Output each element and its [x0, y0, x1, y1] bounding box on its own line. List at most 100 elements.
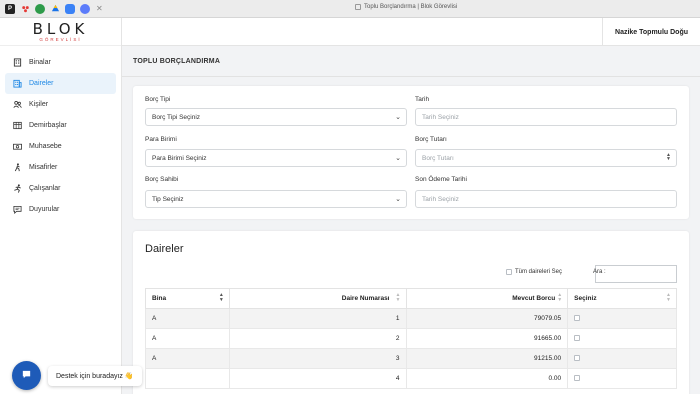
column-label: Bina [152, 295, 167, 302]
title-divider [122, 76, 700, 77]
sidebar-item-label: Duyurular [29, 206, 60, 213]
row-checkbox[interactable] [574, 354, 581, 361]
borc-sahibi-select[interactable]: Tip Seçiniz ⌄ [145, 190, 407, 208]
building-icon [13, 58, 22, 67]
sidebar-item-demirbaslar[interactable]: Demirbaşlar [5, 115, 116, 136]
table-row[interactable]: A 1 79079.05 [145, 308, 677, 329]
green-app-icon[interactable] [35, 3, 45, 14]
table-row[interactable]: A 3 91215.00 [145, 348, 677, 369]
number-stepper-icon[interactable]: ▲ ▼ [666, 153, 671, 162]
select-all-label: Tüm daireleri Seç [515, 269, 563, 275]
active-tab[interactable]: Toplu Borçlandırma | Blok Görevlisi [355, 4, 457, 10]
tab-title-text: Toplu Borçlandırma | Blok Görevlisi [364, 4, 458, 10]
sidebar-item-muhasebe[interactable]: Muhasebe [5, 136, 116, 157]
sort-icon: ▲ ▼ [218, 292, 224, 303]
borc-tutari-input[interactable]: Borç Tutarı ▲ ▼ [415, 149, 677, 167]
para-birimi-value: Para Birimi Seçiniz [152, 154, 207, 162]
brand-logo[interactable]: BLOK GÖREVLİSİ [0, 18, 121, 46]
brand-name: BLOK [32, 20, 89, 38]
drive-icon[interactable] [50, 4, 60, 14]
chevron-down-icon: ⌄ [395, 196, 401, 203]
borc-tutari-label: Borç Tutarı [415, 136, 447, 143]
people-icon[interactable] [20, 4, 30, 14]
row-checkbox[interactable] [574, 334, 581, 341]
cell-borc: 79079.05 [405, 308, 569, 329]
cell-bina [145, 368, 230, 389]
sidebar-item-label: Daireler [29, 80, 54, 87]
announcement-icon [13, 205, 22, 214]
apartments-table: Bina ▲ ▼ Daire Numarası ▲ ▼ Mevcut Borcu ▲… [145, 288, 677, 389]
sidebar-item-label: Muhasebe [29, 143, 62, 150]
chevron-down-icon: ⌄ [395, 114, 401, 121]
sidebar-item-duyurular[interactable]: Duyurular [5, 199, 116, 220]
user-menu[interactable]: Nazike Topmulu Doğu [602, 18, 700, 46]
borc-tutari-placeholder: Borç Tutarı [422, 154, 454, 162]
son-odeme-input[interactable]: Tarih Seçiniz [415, 190, 677, 208]
apartment-icon [13, 79, 22, 88]
sidebar-item-label: Misafirler [29, 164, 58, 171]
cell-select [567, 348, 677, 369]
cell-borc: 0.00 [405, 368, 569, 389]
borc-tipi-select[interactable]: Borç Tipi Seçiniz ⌄ [145, 108, 407, 126]
tarih-placeholder: Tarih Seçiniz [422, 113, 459, 121]
para-birimi-label: Para Birimi [145, 136, 177, 143]
section-title: Daireler [145, 243, 184, 255]
running-icon [13, 184, 22, 193]
column-header-mevcut-borcu[interactable]: Mevcut Borcu ▲ ▼ [405, 288, 569, 309]
top-header: Nazike Topmulu Doğu [122, 18, 700, 46]
sidebar-item-misafirler[interactable]: Misafirler [5, 157, 116, 178]
chevron-down-icon: ⌄ [395, 155, 401, 162]
borc-tipi-label: Borç Tipi [145, 96, 171, 103]
p-app-icon[interactable]: P [5, 3, 15, 14]
cell-bina: A [145, 348, 230, 369]
table-row[interactable]: A 2 91665.00 [145, 328, 677, 349]
cell-select [567, 308, 677, 329]
column-header-seciniz[interactable]: Seçiniz ▲ ▼ [567, 288, 677, 309]
cell-daire: 4 [228, 368, 407, 389]
close-icon[interactable]: ✕ [96, 4, 103, 13]
sidebar-item-binalar[interactable]: Binalar [5, 52, 116, 73]
select-all-checkbox[interactable] [506, 269, 512, 275]
borc-sahibi-value: Tip Seçiniz [152, 195, 184, 203]
sidebar-item-label: Çalışanlar [29, 185, 61, 192]
sidebar-item-kisiler[interactable]: Kişiler [5, 94, 116, 115]
cell-borc: 91215.00 [405, 348, 569, 369]
cell-bina: A [145, 328, 230, 349]
money-icon [13, 142, 22, 151]
chat-icon [21, 369, 32, 382]
row-checkbox[interactable] [574, 374, 581, 381]
apartments-table-card: Daireler Tüm daireleri Seç Ara : Bina ▲ ▼… [133, 231, 689, 394]
sidebar-item-label: Kişiler [29, 101, 49, 108]
cell-daire: 1 [228, 308, 407, 329]
column-header-daire-numarasi[interactable]: Daire Numarası ▲ ▼ [228, 288, 407, 309]
chat-app-icon[interactable] [65, 3, 75, 14]
column-label: Daire Numarası [341, 295, 390, 302]
support-message[interactable]: Destek için buradayız 👋 [48, 366, 142, 386]
browser-tab-bar: P ✕ Toplu Borçlandırma | Blok Görevlisi [0, 0, 700, 18]
son-odeme-label: Son Ödeme Tarihi [415, 176, 467, 183]
people-icon [13, 100, 22, 109]
row-checkbox[interactable] [574, 314, 581, 321]
page-title: TOPLU BORÇLANDIRMA [133, 58, 221, 65]
sidebar-item-calisanlar[interactable]: Çalışanlar [5, 178, 116, 199]
tarih-input[interactable]: Tarih Seçiniz [415, 108, 677, 126]
inventory-icon [13, 121, 22, 130]
sidebar-item-label: Binalar [29, 59, 51, 66]
column-header-bina[interactable]: Bina ▲ ▼ [145, 288, 230, 309]
borc-tipi-value: Borç Tipi Seçiniz [152, 113, 201, 121]
cell-select [567, 328, 677, 349]
table-row[interactable]: 4 0.00 [145, 368, 677, 389]
compass-icon[interactable] [80, 3, 90, 14]
support-chat-button[interactable] [12, 361, 41, 390]
para-birimi-select[interactable]: Para Birimi Seçiniz ⌄ [145, 149, 407, 167]
select-all-control[interactable]: Tüm daireleri Seç [506, 269, 562, 275]
sidebar-item-daireler[interactable]: Daireler [5, 73, 116, 94]
debit-form-card: Borç Tipi Borç Tipi Seçiniz ⌄ Tarih Tari… [133, 86, 689, 219]
son-odeme-placeholder: Tarih Seçiniz [422, 195, 459, 203]
sort-icon: ▲ ▼ [395, 292, 401, 303]
cell-daire: 2 [228, 328, 407, 349]
cell-select [567, 368, 677, 389]
cell-daire: 3 [228, 348, 407, 369]
search-input[interactable] [595, 265, 677, 283]
sidebar-nav: Binalar Daireler Kişiler Demirbaşlar Muh… [0, 52, 121, 220]
